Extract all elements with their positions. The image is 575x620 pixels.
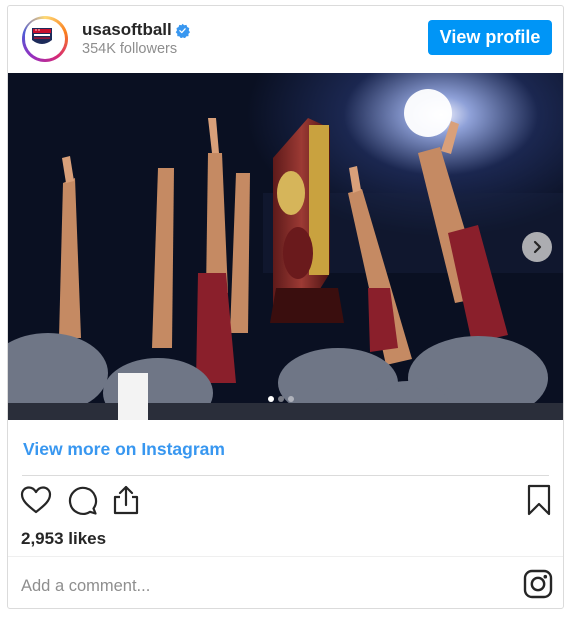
divider [8, 556, 563, 557]
heart-icon[interactable] [20, 484, 52, 516]
share-icon[interactable] [110, 484, 142, 516]
post-header: usasoftball 354K followers View profile [8, 6, 563, 73]
like-count: 2,953 likes [21, 529, 107, 548]
bookmark-icon[interactable] [523, 484, 555, 516]
post-photo[interactable] [8, 73, 563, 420]
instagram-embed-card: usasoftball 354K followers View profile [7, 5, 564, 609]
carousel-dot [288, 396, 294, 402]
view-more-link[interactable]: View more on Instagram [23, 439, 225, 460]
carousel-indicator [268, 396, 294, 402]
team-raising-trophy-photo [8, 73, 563, 420]
comment-icon[interactable] [66, 484, 98, 516]
view-profile-button[interactable]: View profile [428, 20, 552, 55]
carousel-dot [278, 396, 284, 402]
verified-badge-icon [175, 23, 190, 38]
comment-input[interactable]: Add a comment... [21, 577, 150, 596]
usa-softball-logo-icon [25, 19, 59, 53]
username[interactable]: usasoftball [82, 20, 172, 40]
carousel-dot [268, 396, 274, 402]
follower-count: 354K followers [82, 41, 178, 57]
instagram-logo-icon[interactable] [523, 569, 553, 599]
chevron-right-icon [533, 240, 542, 254]
carousel-next-button[interactable] [522, 232, 552, 262]
profile-avatar[interactable] [22, 16, 68, 62]
action-bar [8, 484, 563, 524]
divider [22, 475, 549, 476]
